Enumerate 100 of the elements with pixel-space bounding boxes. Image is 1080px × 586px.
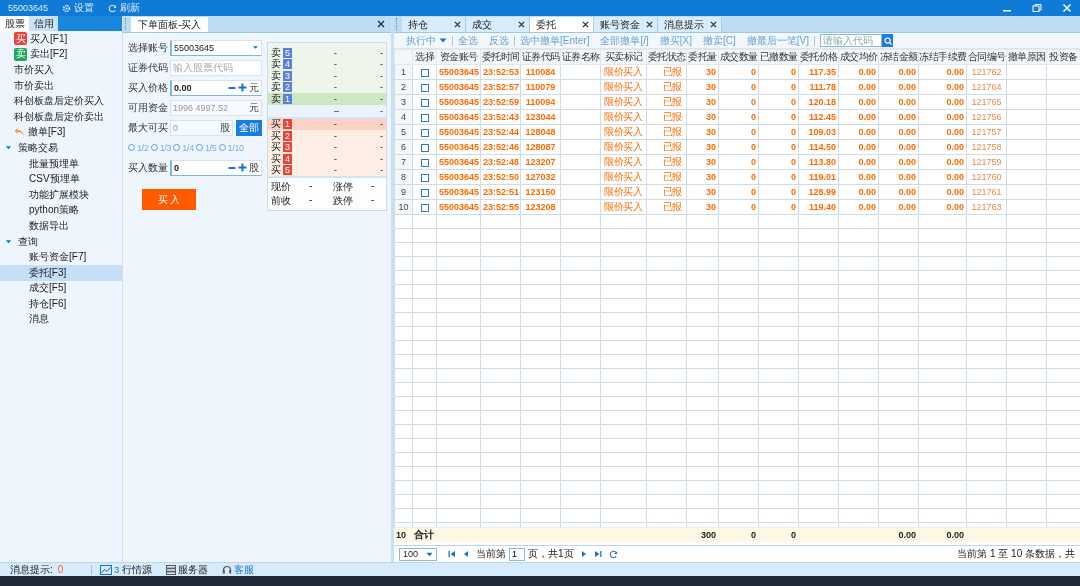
first-page-icon[interactable] bbox=[448, 550, 456, 558]
menu-group[interactable]: 策略交易 bbox=[0, 140, 122, 156]
next-page-icon[interactable] bbox=[580, 550, 587, 558]
sidebar-tab[interactable]: 股票 bbox=[0, 16, 29, 31]
panel-tab[interactable]: 下单面板-买入 bbox=[131, 17, 209, 32]
table-cell: 113.80 bbox=[798, 154, 839, 170]
menu-item[interactable]: 市价买入 bbox=[0, 62, 122, 78]
plus-icon[interactable] bbox=[238, 163, 247, 172]
tab[interactable]: 委托 bbox=[530, 17, 594, 32]
menu-item[interactable]: CSV预埋单 bbox=[0, 171, 122, 187]
search-field[interactable]: 请输入代码 bbox=[820, 34, 883, 47]
level-badge: 2 bbox=[283, 82, 292, 93]
tab[interactable]: 成交 bbox=[466, 17, 530, 32]
previous-page-icon[interactable] bbox=[463, 550, 469, 558]
table-cell: 114.50 bbox=[798, 139, 839, 155]
undo-arrow-icon bbox=[14, 127, 25, 138]
tab[interactable]: 持仓 bbox=[402, 17, 466, 32]
plus-icon[interactable] bbox=[238, 83, 247, 92]
menu-item[interactable]: 撤单[F3] bbox=[0, 124, 122, 141]
level-badge: 3 bbox=[283, 70, 292, 81]
table-cell: 23:52:50 bbox=[480, 169, 521, 185]
number-input-field[interactable]: 0 股 bbox=[170, 159, 262, 176]
table-cell: 0 bbox=[758, 79, 799, 95]
table-cell: 128087 bbox=[520, 139, 561, 155]
number-input-field[interactable]: 0.00 元 bbox=[170, 79, 262, 96]
close-icon[interactable] bbox=[710, 21, 717, 28]
price-text: – bbox=[334, 105, 340, 116]
menu-item[interactable]: 科创板盘后定价买入 bbox=[0, 93, 122, 109]
row-checkbox[interactable] bbox=[420, 83, 429, 92]
support-button[interactable]: 客服 bbox=[222, 562, 255, 577]
table-cell: 0 bbox=[758, 169, 799, 185]
close-icon[interactable] bbox=[518, 21, 525, 28]
menu-item[interactable]: 消息 bbox=[0, 311, 122, 328]
column-header: 投资备 bbox=[1046, 49, 1080, 65]
code-input-field[interactable]: 输入股票代码 bbox=[170, 59, 262, 76]
table-cell: 限价买入 bbox=[600, 124, 647, 140]
row-checkbox[interactable] bbox=[420, 188, 429, 197]
account-select[interactable]: 55003645 bbox=[170, 39, 262, 56]
menu-item[interactable]: 批量预埋单 bbox=[0, 155, 122, 172]
volume-text: - bbox=[380, 119, 383, 130]
price-text: - bbox=[334, 82, 338, 93]
page-number-field[interactable]: 1 bbox=[509, 547, 525, 561]
column-header: 冻结金额 bbox=[878, 49, 919, 65]
table-cell: 已报 bbox=[646, 124, 687, 140]
search-button[interactable] bbox=[882, 34, 894, 47]
page-size-select[interactable]: 100 bbox=[399, 547, 437, 561]
price-text: - bbox=[334, 130, 338, 141]
restore-icon[interactable] bbox=[1032, 3, 1042, 13]
settings-button[interactable]: 设置 bbox=[62, 1, 95, 15]
menu-item[interactable]: 买 买入[F1] bbox=[0, 31, 122, 47]
last-page-icon[interactable] bbox=[593, 550, 602, 558]
page-label: 当前第 bbox=[476, 547, 506, 561]
close-icon[interactable] bbox=[377, 20, 385, 28]
menu-item[interactable]: 市价卖出 bbox=[0, 77, 122, 94]
row-checkbox[interactable] bbox=[420, 158, 429, 167]
field-label: 证券代码 bbox=[128, 60, 168, 75]
table-cell: 123150 bbox=[520, 184, 561, 200]
close-icon[interactable] bbox=[582, 21, 589, 28]
table-cell: 30 bbox=[686, 64, 719, 80]
menu-item[interactable]: 数据导出 bbox=[0, 218, 122, 234]
menu-item[interactable]: 卖 卖出[F2] bbox=[0, 46, 122, 63]
row-checkbox[interactable] bbox=[420, 113, 429, 122]
menu-item[interactable]: python策略 bbox=[0, 202, 122, 219]
close-icon[interactable] bbox=[454, 21, 461, 28]
row-checkbox[interactable] bbox=[420, 173, 429, 182]
menu-item[interactable]: 成交[F5] bbox=[0, 280, 122, 297]
table-cell: 0.00 bbox=[838, 79, 879, 95]
table-cell: 已报 bbox=[646, 154, 687, 170]
refresh-button[interactable]: 刷新 bbox=[108, 1, 141, 15]
table-cell: 限价买入 bbox=[600, 139, 647, 155]
server-button[interactable]: 服务器 bbox=[166, 562, 209, 577]
table-cell: 119.40 bbox=[798, 199, 839, 215]
row-checkbox[interactable] bbox=[420, 68, 429, 77]
close-icon[interactable] bbox=[646, 21, 653, 28]
menu-item[interactable]: 科创板盘后定价卖出 bbox=[0, 108, 122, 125]
table-cell: 23:52:59 bbox=[480, 94, 521, 110]
sidebar-tab[interactable]: 信用 bbox=[29, 16, 58, 31]
row-checkbox[interactable] bbox=[420, 203, 429, 212]
menu-group[interactable]: 查询 bbox=[0, 233, 122, 250]
table-cell: 0.00 bbox=[918, 184, 967, 200]
menu-item[interactable]: 持仓[F6] bbox=[0, 296, 122, 312]
menu-item[interactable]: 委托[F3] bbox=[0, 264, 122, 281]
row-checkbox[interactable] bbox=[420, 128, 429, 137]
available-funds-field: 1996 4997.52 元 bbox=[170, 99, 262, 116]
table-cell: 0.00 bbox=[918, 139, 967, 155]
level-badge: 1 bbox=[283, 119, 292, 130]
row-checkbox[interactable] bbox=[420, 143, 429, 152]
table-cell: 23:52:53 bbox=[480, 64, 521, 80]
tab[interactable]: 账号资金 bbox=[594, 17, 658, 32]
table-cell: 已报 bbox=[646, 184, 687, 200]
menu-item[interactable]: 账号资金[F7] bbox=[0, 249, 122, 265]
menu-item[interactable]: 功能扩展模块 bbox=[0, 186, 122, 203]
tab[interactable]: 消息提示 bbox=[658, 17, 722, 32]
refresh-icon[interactable] bbox=[608, 549, 618, 559]
row-checkbox[interactable] bbox=[420, 98, 429, 107]
table-cell: 限价买入 bbox=[600, 154, 647, 170]
price-text: - bbox=[334, 93, 338, 104]
dropdown-caret-icon bbox=[252, 45, 259, 50]
dropdown-caret-icon bbox=[439, 38, 447, 43]
column-header: 撤单原因 bbox=[1006, 49, 1047, 65]
